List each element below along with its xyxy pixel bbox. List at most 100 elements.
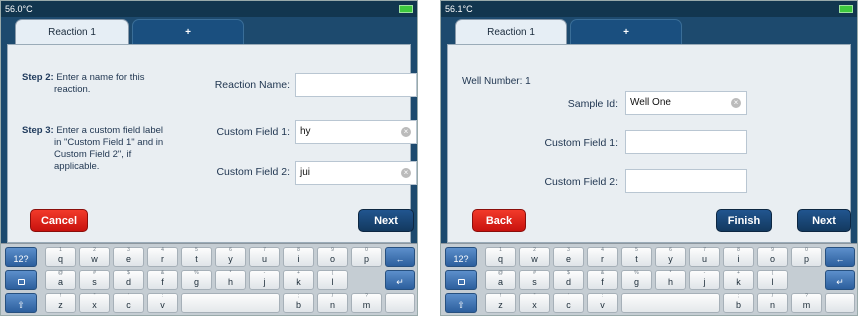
key-g[interactable]: % g [181, 270, 212, 290]
key-d[interactable]: $ d [553, 270, 584, 290]
key-label: i [297, 254, 300, 264]
key-k[interactable]: + k [723, 270, 754, 290]
key-w[interactable]: 2w [79, 247, 110, 267]
space-key[interactable] [181, 293, 280, 313]
custom-field-2-input[interactable]: jui × [295, 161, 417, 185]
key-j[interactable]: -j [249, 270, 280, 290]
tab-reaction-1[interactable]: Reaction 1 [455, 19, 567, 45]
key-b[interactable]: ; b [723, 293, 754, 313]
clear-icon[interactable]: × [401, 168, 411, 178]
key-label: f [161, 277, 164, 287]
backspace-key[interactable]: ← [385, 247, 415, 267]
enter-key[interactable]: ↵ [385, 270, 415, 290]
key-j[interactable]: -j [689, 270, 720, 290]
key-f[interactable]: & f [147, 270, 178, 290]
key-z[interactable]: ! z [45, 293, 76, 313]
keyboard-toggle-key[interactable] [445, 270, 477, 290]
key-q[interactable]: 1q [485, 247, 516, 267]
key-hint: 8 [737, 247, 740, 253]
sample-id-label: Sample Id: [567, 98, 618, 110]
key-g[interactable]: % g [621, 270, 652, 290]
key-i[interactable]: 8i [283, 247, 314, 267]
key-label: l [331, 277, 334, 287]
key-y[interactable]: 6y [655, 247, 686, 267]
finish-button[interactable]: Finish [716, 209, 772, 232]
key-y[interactable]: 6y [215, 247, 246, 267]
cancel-button[interactable]: Cancel [30, 209, 88, 232]
key-label: r [601, 254, 604, 264]
key-u[interactable]: 7u [249, 247, 280, 267]
key-hint: * [229, 270, 232, 276]
key-h[interactable]: * h [655, 270, 686, 290]
reaction-name-input[interactable] [295, 73, 417, 97]
key-c[interactable]: ' c [553, 293, 584, 313]
mode-switch-key[interactable]: 12? [445, 247, 477, 267]
key-k[interactable]: + k [283, 270, 314, 290]
key-v[interactable]: :v [587, 293, 618, 313]
key-m[interactable]: ? m [351, 293, 382, 313]
key-label: u [701, 254, 707, 264]
key-n[interactable]: / n [317, 293, 348, 313]
custom-field-1-input[interactable]: hy × [295, 120, 417, 144]
back-button[interactable]: Back [472, 209, 526, 232]
key-n[interactable]: / n [757, 293, 788, 313]
key-s[interactable]: # s [79, 270, 110, 290]
mode-switch-key[interactable]: 12? [5, 247, 37, 267]
key-t[interactable]: 5t [621, 247, 652, 267]
key-f[interactable]: & f [587, 270, 618, 290]
key-t[interactable]: 5t [181, 247, 212, 267]
key-i[interactable]: 8i [723, 247, 754, 267]
shift-key[interactable]: ⇧ [445, 293, 477, 313]
key-m[interactable]: ? m [791, 293, 822, 313]
period-key[interactable] [385, 293, 415, 313]
key-s[interactable]: # s [519, 270, 550, 290]
on-screen-keyboard: 12? ⇧ 1 q 2 w 3 e 4 r 5 t 6 y 7 u 8 i 9 o 0 p @ a # s $ d & f% g * h - j + k… [441, 243, 857, 315]
key-u[interactable]: 7u [689, 247, 720, 267]
sample-id-input[interactable]: Well One × [625, 91, 747, 115]
next-button[interactable]: Next [358, 209, 414, 232]
key-r[interactable]: 4r [587, 247, 618, 267]
clear-icon[interactable]: × [401, 127, 411, 137]
key-h[interactable]: * h [215, 270, 246, 290]
key-label: l [771, 277, 774, 287]
key-a[interactable]: @ a [45, 270, 76, 290]
keyboard-toggle-key[interactable] [5, 270, 37, 290]
key-e[interactable]: 3e [113, 247, 144, 267]
key-v[interactable]: :v [147, 293, 178, 313]
key-w[interactable]: 2w [519, 247, 550, 267]
key-hint: # [533, 270, 536, 276]
key-hint: 3 [567, 247, 570, 253]
next-button[interactable]: Next [797, 209, 851, 232]
tab-add[interactable]: + [570, 19, 682, 45]
backspace-key[interactable]: ← [825, 247, 855, 267]
tab-add[interactable]: + [132, 19, 244, 45]
enter-key[interactable]: ↵ [825, 270, 855, 290]
space-key[interactable] [621, 293, 720, 313]
key-d[interactable]: $ d [113, 270, 144, 290]
key-p[interactable]: 0p [791, 247, 822, 267]
shift-key[interactable]: ⇧ [5, 293, 37, 313]
key-c[interactable]: ' c [113, 293, 144, 313]
key-l[interactable]: (l [317, 270, 348, 290]
key-hint: 8 [297, 247, 300, 253]
shift-icon: ⇧ [457, 300, 465, 310]
custom-field-2-input[interactable] [625, 169, 747, 193]
key-e[interactable]: 3e [553, 247, 584, 267]
clear-icon[interactable]: × [731, 98, 741, 108]
key-x[interactable]: " x [79, 293, 110, 313]
key-l[interactable]: (l [757, 270, 788, 290]
key-label: d [565, 277, 571, 287]
key-r[interactable]: 4r [147, 247, 178, 267]
key-q[interactable]: 1q [45, 247, 76, 267]
tab-reaction-1[interactable]: Reaction 1 [15, 19, 129, 45]
key-a[interactable]: @ a [485, 270, 516, 290]
custom-field-1-input[interactable] [625, 130, 747, 154]
key-x[interactable]: " x [519, 293, 550, 313]
key-o[interactable]: 9o [757, 247, 788, 267]
key-p[interactable]: 0p [351, 247, 382, 267]
key-o[interactable]: 9o [317, 247, 348, 267]
key-z[interactable]: ! z [485, 293, 516, 313]
key-hint: 2 [533, 247, 536, 253]
key-b[interactable]: ; b [283, 293, 314, 313]
period-key[interactable] [825, 293, 855, 313]
